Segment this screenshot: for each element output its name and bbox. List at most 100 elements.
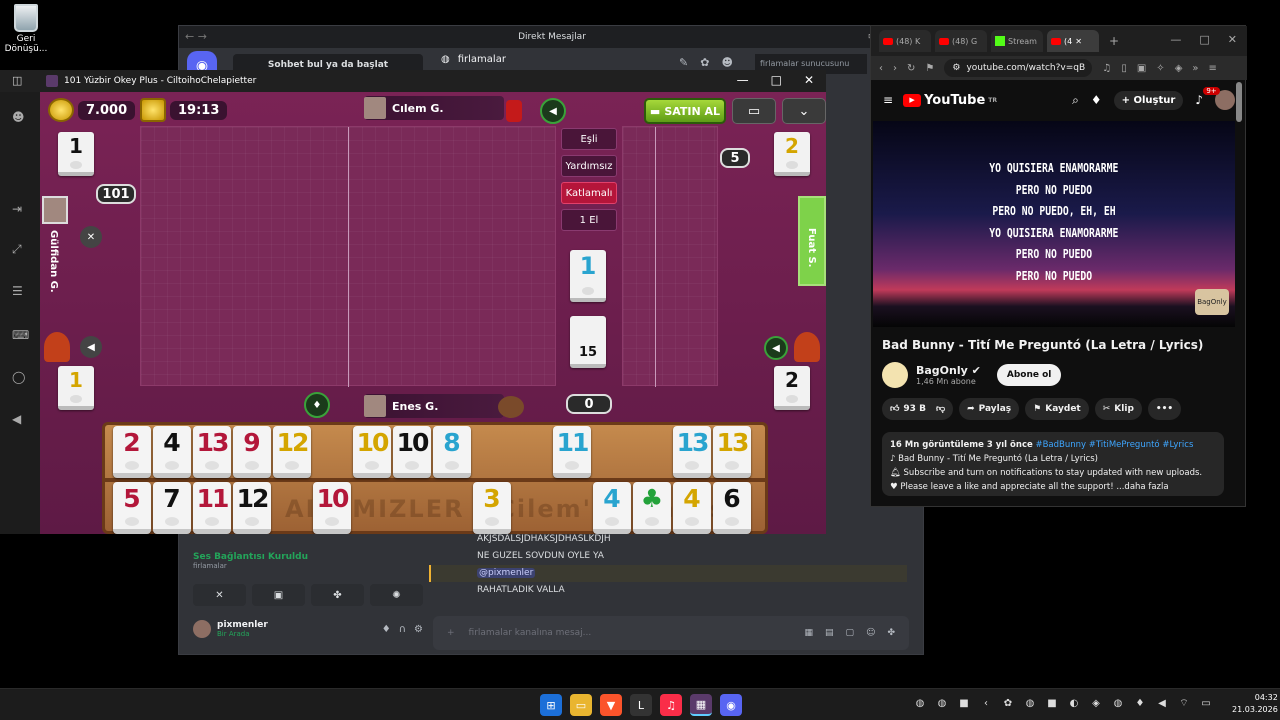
- draw-pile[interactable]: 15: [570, 316, 606, 368]
- microphone-icon[interactable]: ♦: [382, 624, 391, 635]
- shield-icon[interactable]: ◈: [1175, 63, 1183, 74]
- discard-tile[interactable]: 1: [58, 366, 94, 410]
- chevron-left-icon[interactable]: ‹: [980, 697, 992, 709]
- close-icon[interactable]: ✕: [1228, 33, 1237, 46]
- screen-share-icon[interactable]: ▣: [252, 584, 305, 606]
- hamburger-icon[interactable]: ≡: [883, 93, 893, 107]
- discord-icon[interactable]: ◉: [720, 694, 742, 716]
- extension-icon[interactable]: ✧: [1156, 63, 1164, 74]
- message-input[interactable]: + firlamalar kanalına mesaj... ▦ ▤ ▢ ☺ ✤: [433, 616, 909, 650]
- start-icon[interactable]: ⊞: [540, 694, 562, 716]
- emoji-icon[interactable]: ☺: [866, 628, 875, 638]
- notifications-icon[interactable]: ♪ 9+: [1195, 87, 1220, 107]
- tray-app-icon[interactable]: ◍: [914, 697, 926, 709]
- address-bar[interactable]: ⚙ youtube.com/watch?v=qB: [944, 59, 1093, 77]
- player-top[interactable]: Cılem G.: [364, 96, 504, 120]
- share-button[interactable]: ➦ Paylaş: [959, 398, 1020, 420]
- video-player[interactable]: YO QUISIERA ENAMORARME PERO NO PUEDO PER…: [873, 121, 1235, 327]
- network-icon[interactable]: ▭: [1200, 697, 1212, 709]
- menu-icon[interactable]: ≡: [1209, 63, 1217, 74]
- forward-icon[interactable]: ›: [893, 63, 897, 74]
- subscribe-button[interactable]: Abone ol: [996, 364, 1062, 386]
- volume-icon[interactable]: ◀: [12, 412, 21, 426]
- okey-app-icon[interactable]: ▦: [690, 694, 712, 716]
- tab-youtube[interactable]: (48) G: [935, 30, 987, 52]
- tray-app-icon[interactable]: ✿: [1002, 697, 1014, 709]
- rack-tile[interactable]: 10: [313, 482, 351, 534]
- create-button[interactable]: + Oluştur: [1113, 90, 1184, 110]
- maximize-icon[interactable]: □: [1199, 33, 1209, 46]
- file-explorer-icon[interactable]: ▭: [570, 694, 592, 716]
- tray-app-icon[interactable]: ■: [958, 697, 970, 709]
- discard-tile[interactable]: 2: [774, 132, 810, 176]
- speaker-icon[interactable]: ◀: [80, 336, 102, 358]
- rack-tile[interactable]: 8: [433, 426, 471, 478]
- microphone-icon[interactable]: ♦: [304, 392, 330, 418]
- menu-down-button[interactable]: ⌄: [782, 98, 826, 124]
- search-icon[interactable]: ⌕: [1072, 93, 1079, 108]
- close-icon[interactable]: ✕: [804, 73, 814, 87]
- more-tools-icon[interactable]: »: [1192, 63, 1198, 74]
- activities-icon[interactable]: ✤: [311, 584, 364, 606]
- rack-tile[interactable]: 5: [113, 482, 151, 534]
- sticker-icon[interactable]: ▢: [846, 628, 855, 638]
- rack-tile[interactable]: 12: [233, 482, 271, 534]
- chat-button[interactable]: ▭: [732, 98, 776, 124]
- more-button[interactable]: •••: [1147, 398, 1182, 420]
- play-area[interactable]: [140, 126, 556, 387]
- player-bottom[interactable]: Enes G.: [364, 394, 504, 418]
- rack-tile[interactable]: 13: [713, 426, 751, 478]
- rack-tile[interactable]: 2: [113, 426, 151, 478]
- rack-tile[interactable]: 3: [473, 482, 511, 534]
- settings-sliders-icon[interactable]: ☰: [12, 284, 23, 298]
- recycle-bin-icon[interactable]: Geri Dönüşü...: [4, 4, 48, 54]
- apps-icon[interactable]: ✤: [887, 628, 895, 638]
- rack-tile[interactable]: 13: [673, 426, 711, 478]
- mute-icon[interactable]: ✿: [700, 56, 709, 69]
- rack-tile[interactable]: 9: [233, 426, 271, 478]
- wallet-icon[interactable]: ▣: [1137, 63, 1146, 74]
- tray-app-icon[interactable]: ◍: [1024, 697, 1036, 709]
- new-tab-icon[interactable]: +: [1109, 34, 1119, 48]
- minimize-icon[interactable]: —: [1170, 33, 1181, 46]
- video-description[interactable]: 16 Mn görüntüleme 3 yıl önce #BadBunny #…: [882, 432, 1224, 496]
- speaker-icon[interactable]: ◀: [540, 98, 566, 124]
- reload-icon[interactable]: ↻: [907, 63, 915, 74]
- pin-icon[interactable]: ✎: [679, 56, 688, 69]
- members-icon[interactable]: ☻: [721, 56, 732, 69]
- maximize-icon[interactable]: □: [771, 73, 782, 87]
- league-icon[interactable]: L: [630, 694, 652, 716]
- rack-tile[interactable]: 12: [273, 426, 311, 478]
- rack-tile[interactable]: 4: [593, 482, 631, 534]
- speaker-icon[interactable]: ◀: [764, 336, 788, 360]
- headphones-icon[interactable]: ∩: [399, 624, 406, 635]
- partner-area[interactable]: [622, 126, 718, 387]
- sidebar-toggle-icon[interactable]: ◫: [12, 74, 22, 87]
- wifi-icon[interactable]: ⌔: [1178, 697, 1190, 709]
- rack-tile[interactable]: 13: [193, 426, 231, 478]
- buy-button[interactable]: ▬ SATIN AL: [644, 98, 726, 124]
- tray-app-icon[interactable]: ◍: [1112, 697, 1124, 709]
- youtube-logo[interactable]: ▶ YouTube TR: [903, 93, 997, 108]
- rack-tile[interactable]: 4: [673, 482, 711, 534]
- gift-icon[interactable]: ▦: [805, 628, 814, 638]
- camera-off-icon[interactable]: ✕: [193, 584, 246, 606]
- cannon-icon[interactable]: [498, 396, 524, 418]
- chat-bubble-icon[interactable]: ◯: [12, 370, 25, 384]
- tab-kick[interactable]: Stream: [991, 30, 1043, 52]
- gif-icon[interactable]: ▤: [825, 628, 834, 638]
- avatar[interactable]: [193, 620, 211, 638]
- rack-tile[interactable]: 6: [713, 482, 751, 534]
- rack-tile[interactable]: 11: [193, 482, 231, 534]
- volume-icon[interactable]: ◀: [1156, 697, 1168, 709]
- rack-tile[interactable]: 4: [153, 426, 191, 478]
- microphone-icon[interactable]: ♦: [1134, 697, 1146, 709]
- tab-youtube[interactable]: (48) K: [879, 30, 931, 52]
- gear-icon[interactable]: ⚙: [414, 624, 423, 635]
- hashtags[interactable]: #BadBunny #TitiMePreguntó #Lyrics: [1035, 440, 1193, 450]
- expand-icon[interactable]: ⤢: [12, 242, 22, 257]
- clip-button[interactable]: ✂ Klip: [1094, 398, 1142, 420]
- soundboard-icon[interactable]: ✺: [370, 584, 423, 606]
- login-icon[interactable]: ⇥: [12, 202, 22, 216]
- clock[interactable]: 04:32 21.03.2026: [1232, 692, 1278, 716]
